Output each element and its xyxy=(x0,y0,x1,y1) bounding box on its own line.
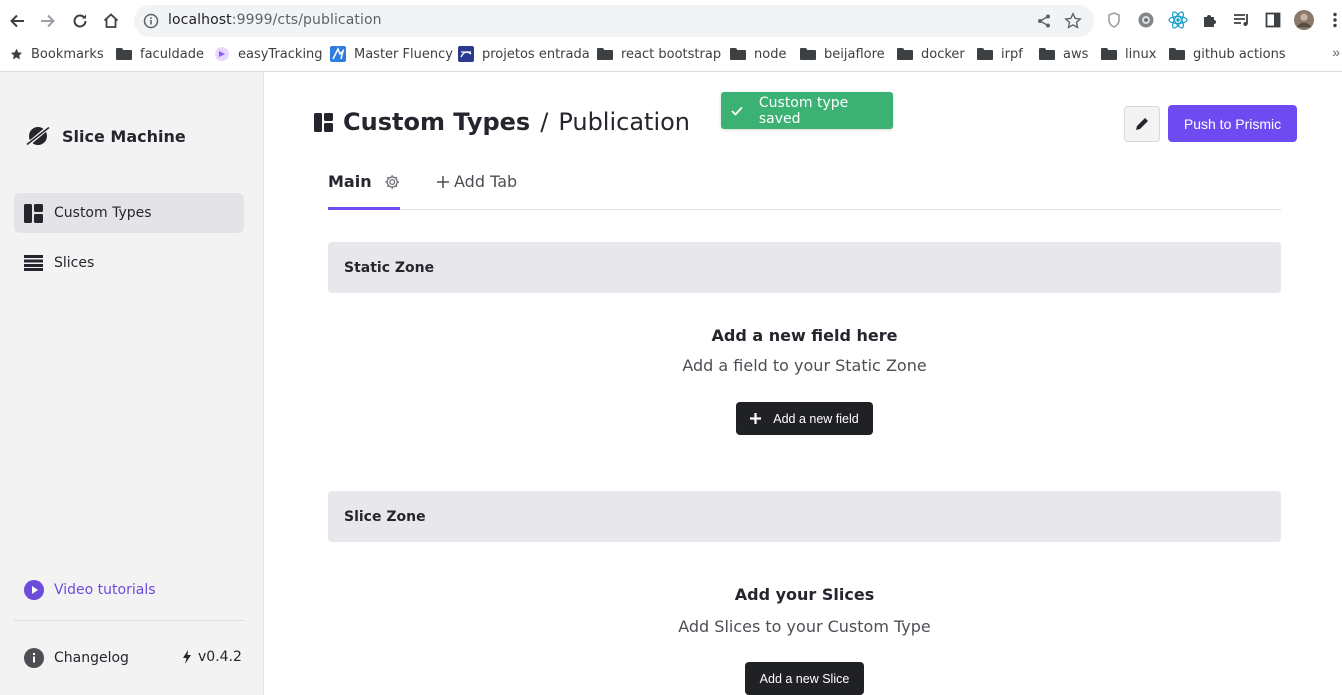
easytracking-favicon-icon xyxy=(215,47,229,61)
bookmark-docker[interactable]: docker xyxy=(897,42,965,66)
sidebar: Slice Machine Custom Types Slices Video … xyxy=(0,72,264,695)
push-to-prismic-button[interactable]: Push to Prismic xyxy=(1168,105,1297,142)
sidebar-item-slices[interactable]: Slices xyxy=(14,243,244,283)
sidebar-item-custom-types[interactable]: Custom Types xyxy=(14,193,244,233)
back-button[interactable] xyxy=(4,8,30,34)
profile-avatar[interactable] xyxy=(1294,10,1314,30)
reload-button[interactable] xyxy=(67,8,93,34)
folder-icon xyxy=(730,48,746,60)
plus-icon xyxy=(437,175,449,188)
add-tab-button[interactable]: Add Tab xyxy=(436,172,517,191)
check-icon xyxy=(731,106,743,116)
tab-main[interactable]: Main xyxy=(328,166,400,210)
changelog-link[interactable]: Changelog xyxy=(24,648,129,668)
folder-icon xyxy=(1101,48,1117,60)
folder-icon xyxy=(597,48,613,60)
version-badge: v0.4.2 xyxy=(182,649,242,665)
slice-zone-empty-title: Add your Slices xyxy=(734,585,875,604)
add-new-field-button[interactable]: Add a new field xyxy=(736,402,873,435)
arrow-left-icon xyxy=(10,14,24,28)
folder-icon xyxy=(800,48,816,60)
home-button[interactable] xyxy=(98,8,124,34)
extensions-puzzle-icon[interactable] xyxy=(1200,10,1220,30)
bookmark-github-actions[interactable]: github actions xyxy=(1169,42,1286,66)
pencil-icon xyxy=(1136,118,1148,130)
browser-chrome: localhost:9999/cts/publication Bookmarks xyxy=(0,0,1342,72)
bookmark-react-bootstrap[interactable]: react bootstrap xyxy=(597,42,721,66)
plus-icon xyxy=(750,413,762,424)
success-toast: Custom type saved xyxy=(721,92,893,129)
browser-menu-icon[interactable] xyxy=(1329,10,1341,30)
master-fluency-favicon-icon xyxy=(330,46,346,62)
edit-button[interactable] xyxy=(1124,106,1160,142)
tab-bar: Main Add Tab xyxy=(328,166,1281,210)
video-tutorials-link[interactable]: Video tutorials xyxy=(24,580,156,600)
folder-icon xyxy=(116,48,132,60)
slice-zone-empty-subtitle: Add Slices to your Custom Type xyxy=(678,617,931,636)
share-icon[interactable] xyxy=(1036,13,1052,34)
bookmarks-overflow-button[interactable]: » xyxy=(1332,44,1340,60)
brand-name: Slice Machine xyxy=(62,126,186,146)
bookmark-faculdade[interactable]: faculdade xyxy=(116,42,204,66)
extension-globe-icon[interactable] xyxy=(1136,10,1156,30)
gear-icon[interactable] xyxy=(384,173,400,191)
bookmark-aws[interactable]: aws xyxy=(1039,42,1088,66)
projetos-favicon-icon xyxy=(458,46,474,62)
arrow-right-icon xyxy=(41,14,55,28)
bookmarks-menu[interactable]: Bookmarks xyxy=(10,42,104,66)
reading-list-icon[interactable] xyxy=(1232,10,1252,30)
add-new-slice-button[interactable]: Add a new Slice xyxy=(745,662,864,695)
breadcrumb-custom-types[interactable]: Custom Types xyxy=(343,108,530,136)
static-zone-empty-title: Add a new field here xyxy=(711,326,898,345)
reload-icon xyxy=(73,14,87,28)
forward-button[interactable] xyxy=(35,8,61,34)
bookmark-irpf[interactable]: irpf xyxy=(977,42,1023,66)
address-bar[interactable]: localhost:9999/cts/publication xyxy=(134,5,1094,37)
static-zone-header: Static Zone xyxy=(328,242,1281,293)
slice-zone-header: Slice Zone xyxy=(328,491,1281,542)
url-text: localhost:9999/cts/publication xyxy=(168,12,382,28)
breadcrumb-publication: Publication xyxy=(558,108,691,136)
info-icon[interactable] xyxy=(143,13,159,34)
bookmark-master-fluency[interactable]: Master Fluency xyxy=(330,42,453,66)
page-title: Custom Types / Publication xyxy=(314,108,690,136)
bookmark-easytracking[interactable]: easyTracking xyxy=(214,42,323,66)
sidebar-item-label: Slices xyxy=(54,255,95,271)
bookmark-star-icon[interactable] xyxy=(1064,12,1082,35)
bookmark-node[interactable]: node xyxy=(730,42,786,66)
folder-icon xyxy=(1169,48,1185,60)
lightning-icon xyxy=(183,650,191,664)
folder-icon xyxy=(897,48,913,60)
slices-icon xyxy=(24,255,43,271)
bookmark-beijaflore[interactable]: beijaflore xyxy=(800,42,885,66)
sidebar-item-label: Custom Types xyxy=(54,205,152,221)
bookmark-projetos-entrada[interactable]: projetos entrada xyxy=(458,42,590,66)
custom-types-icon xyxy=(24,203,43,223)
bookmarks-bar: Bookmarks faculdade easyTracking Master … xyxy=(0,42,1342,68)
side-panel-icon[interactable] xyxy=(1263,10,1283,30)
folder-icon xyxy=(977,48,993,60)
sidebar-divider xyxy=(14,620,244,621)
play-circle-icon xyxy=(24,580,44,600)
brand[interactable]: Slice Machine xyxy=(24,122,186,150)
custom-types-icon xyxy=(314,112,333,132)
extension-shield-icon[interactable] xyxy=(1104,10,1124,30)
static-zone-empty-subtitle: Add a field to your Static Zone xyxy=(682,356,927,375)
info-circle-icon xyxy=(24,648,44,668)
home-icon xyxy=(103,13,119,28)
folder-icon xyxy=(1039,48,1055,60)
main-content: Custom Types / Publication Custom type s… xyxy=(264,72,1342,695)
slice-machine-logo-icon xyxy=(24,124,52,148)
extension-react-icon[interactable] xyxy=(1168,10,1188,30)
star-filled-icon xyxy=(10,48,23,59)
toast-message: Custom type saved xyxy=(758,94,849,127)
bookmark-linux[interactable]: linux xyxy=(1101,42,1156,66)
breadcrumb-separator: / xyxy=(540,108,549,136)
